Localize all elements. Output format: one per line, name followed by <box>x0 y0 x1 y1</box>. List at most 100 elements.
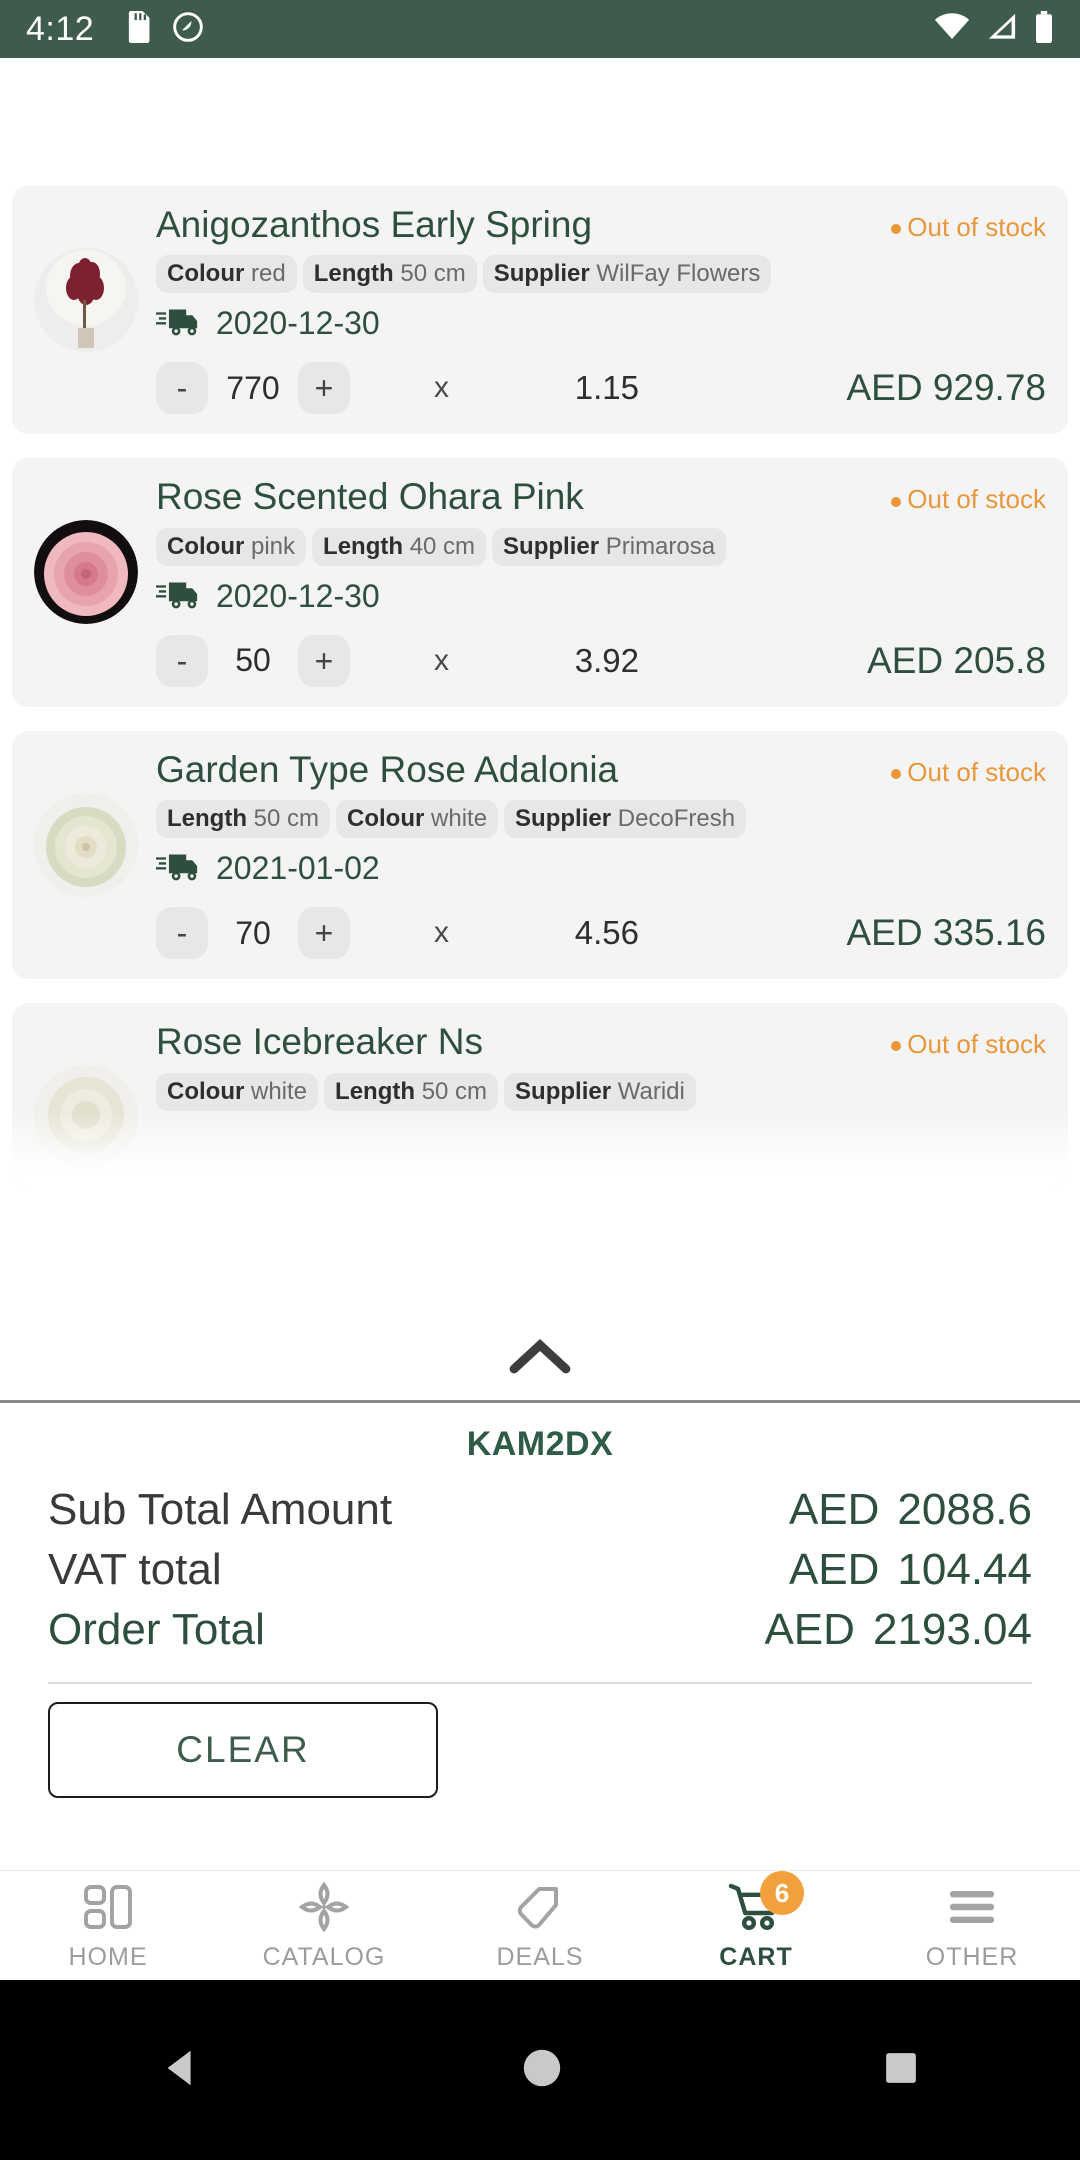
amount: 2193.04 <box>872 1605 1032 1654</box>
order-summary-sheet: KAM2DX Sub Total Amount AED 2088.6 VAT to… <box>0 1318 1080 1870</box>
cart-item-list[interactable]: Anigozanthos Early Spring Out of stock C… <box>0 58 1080 1318</box>
status-dot-icon <box>891 224 902 235</box>
attribute-chip: Supplier Waridi <box>504 1072 696 1111</box>
nav-item-catalog[interactable]: CATALOG <box>216 1879 432 1972</box>
chip-value: 50 cm <box>253 805 320 833</box>
quantity-stepper[interactable]: - 50 + <box>156 634 350 687</box>
stock-status-label: Out of stock <box>907 484 1046 515</box>
chip-label: Supplier <box>515 1077 612 1105</box>
product-title[interactable]: Anigozanthos Early Spring <box>156 204 592 245</box>
quantity-stepper[interactable]: - 770 + <box>156 362 350 415</box>
decrement-button[interactable]: - <box>156 907 208 960</box>
hamburger-menu-icon <box>946 1879 998 1935</box>
chip-label: Colour <box>347 805 425 833</box>
status-bar-time: 4:12 <box>26 9 95 48</box>
quantity-price-row: - 70 + x 4.56 AED 335.16 <box>156 907 1046 960</box>
multiply-symbol: x <box>434 643 449 677</box>
summary-value: AED 104.44 <box>789 1545 1032 1595</box>
attribute-chip: Length 50 cm <box>302 255 477 294</box>
cart-item-card[interactable]: Rose Scented Ohara Pink Out of stock Col… <box>12 458 1068 707</box>
nav-label: OTHER <box>925 1943 1019 1971</box>
delivery-truck-icon <box>156 306 202 341</box>
home-circle-icon[interactable] <box>519 2045 565 2096</box>
product-title[interactable]: Garden Type Rose Adalonia <box>156 749 618 790</box>
chip-value: white <box>431 805 488 833</box>
delivery-info: 2020-12-30 <box>156 578 1046 615</box>
chip-value: red <box>251 260 286 288</box>
flower-icon <box>298 1879 350 1935</box>
nav-label: CART <box>719 1943 793 1971</box>
quantity-value[interactable]: 770 <box>214 370 292 407</box>
chip-label: Supplier <box>503 532 600 560</box>
nav-item-other[interactable]: OTHER <box>864 1879 1080 1972</box>
quantity-value[interactable]: 50 <box>214 642 292 679</box>
increment-button[interactable]: + <box>298 634 350 687</box>
order-code: KAM2DX <box>466 1425 614 1463</box>
wifi-icon <box>934 12 970 46</box>
increment-button[interactable]: + <box>298 907 350 960</box>
chip-label: Supplier <box>515 805 612 833</box>
summary-value: AED 2193.04 <box>764 1605 1032 1655</box>
attribute-chip: Supplier Primarosa <box>492 527 727 566</box>
chip-value: 50 cm <box>400 260 466 288</box>
cart-item-card[interactable]: Garden Type Rose Adalonia Out of stock L… <box>12 730 1068 980</box>
back-triangle-icon[interactable] <box>158 2045 204 2096</box>
nav-item-deals[interactable]: DEALS <box>432 1879 648 1972</box>
sd-card-icon <box>124 10 152 48</box>
chip-label: Colour <box>167 1077 245 1105</box>
nav-label: HOME <box>68 1943 148 1971</box>
chip-value: 40 cm <box>409 532 476 560</box>
decrement-button[interactable]: - <box>156 634 208 687</box>
app-screen: 4:12 Anigozanthos Early Spring Out of st… <box>0 0 1080 2160</box>
summary-value: AED 2088.6 <box>789 1485 1032 1535</box>
chip-label: Colour <box>167 532 245 560</box>
stock-status-badge: Out of stock <box>891 204 1046 243</box>
chip-value: white <box>251 1077 308 1105</box>
status-dot-icon <box>891 1041 902 1052</box>
delivery-info: 2020-12-30 <box>156 305 1046 342</box>
quantity-stepper[interactable]: - 70 + <box>156 907 350 960</box>
attribute-chip: Length 50 cm <box>156 800 331 839</box>
sheet-expand-handle[interactable] <box>0 1318 1080 1400</box>
product-title[interactable]: Rose Scented Ohara Pink <box>156 476 584 517</box>
dashboard-grid-icon <box>82 1879 134 1935</box>
stock-status-label: Out of stock <box>907 1029 1046 1060</box>
attribute-chip-group: Length 50 cm Colour white Supplier DecoF… <box>156 800 1046 839</box>
nav-item-home[interactable]: HOME <box>0 1879 216 1972</box>
attribute-chip: Colour white <box>156 1072 319 1111</box>
attribute-chip: Length 50 cm <box>324 1072 499 1111</box>
unit-price: 1.15 <box>574 369 639 407</box>
product-title[interactable]: Rose Icebreaker Ns <box>156 1021 483 1062</box>
chevron-up-icon[interactable] <box>509 1338 571 1380</box>
attribute-chip: Length 40 cm <box>312 527 487 566</box>
quantity-value[interactable]: 70 <box>214 915 292 952</box>
increment-button[interactable]: + <box>298 362 350 415</box>
status-bar-right-icons <box>934 10 1054 48</box>
stock-status-badge: Out of stock <box>891 476 1046 515</box>
nav-label: CATALOG <box>262 1943 386 1971</box>
chip-value: WilFay Flowers <box>596 260 761 288</box>
delivery-date: 2020-12-30 <box>216 577 380 614</box>
cart-item-card[interactable]: Rose Icebreaker Ns Out of stock Colour w… <box>12 1003 1068 1190</box>
recents-square-icon[interactable] <box>880 2047 922 2094</box>
clear-cart-button[interactable]: CLEAR <box>48 1702 438 1798</box>
currency-code: AED <box>764 1605 855 1654</box>
delivery-truck-icon <box>156 851 202 886</box>
battery-icon <box>1034 10 1054 48</box>
nav-item-cart[interactable]: 6 CART <box>648 1871 864 1972</box>
cart-item-card[interactable]: Anigozanthos Early Spring Out of stock C… <box>12 186 1068 435</box>
chip-label: Length <box>167 805 247 833</box>
decrement-button[interactable]: - <box>156 362 208 415</box>
product-thumbnail <box>34 520 138 625</box>
chip-label: Colour <box>167 260 245 288</box>
attribute-chip: Colour red <box>156 255 297 294</box>
attribute-chip: Supplier WilFay Flowers <box>482 255 772 294</box>
unit-price: 4.56 <box>574 914 639 952</box>
stock-status-label: Out of stock <box>907 212 1046 242</box>
summary-label: Sub Total Amount <box>48 1485 393 1534</box>
attribute-chip-group: Colour red Length 50 cm Supplier WilFay … <box>156 255 1046 294</box>
delivery-date: 2020-12-30 <box>216 305 380 342</box>
delivery-date: 2021-01-02 <box>216 850 380 887</box>
line-total: AED 335.16 <box>846 912 1046 954</box>
chip-value: Primarosa <box>605 532 716 560</box>
